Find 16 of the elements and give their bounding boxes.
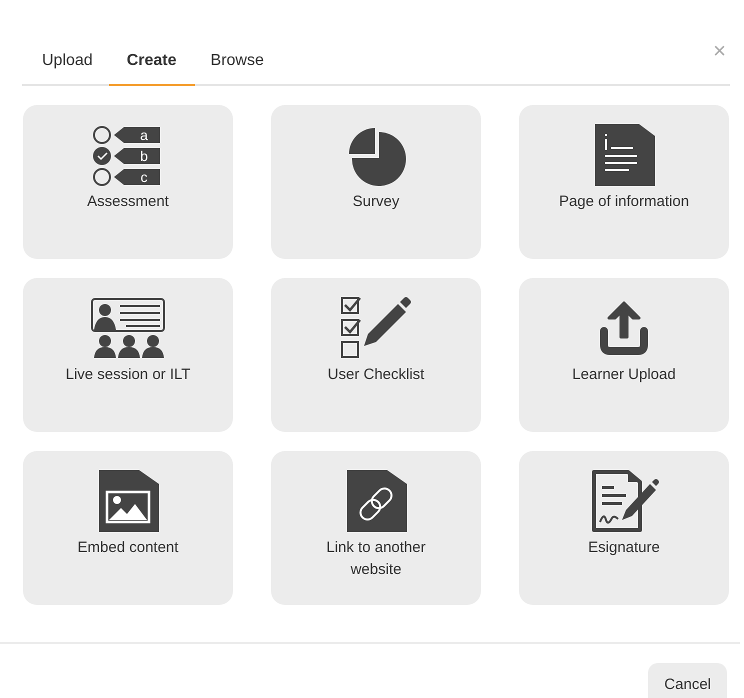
content-type-tile[interactable]: Page of information: [519, 105, 729, 259]
checklist-pencil-icon: [340, 296, 412, 360]
tab[interactable]: Create: [108, 40, 195, 86]
content-type-tile[interactable]: Survey: [271, 105, 481, 259]
cancel-button[interactable]: Cancel: [648, 663, 727, 698]
content-type-tile[interactable]: Learner Upload: [519, 278, 729, 432]
content-type-tile[interactable]: Esignature: [519, 451, 729, 605]
content-type-tile[interactable]: Live session or ILT: [23, 278, 233, 432]
presenter-audience-icon: [90, 297, 166, 359]
content-type-tile[interactable]: Embed content: [23, 451, 233, 605]
upload-icon: [599, 299, 649, 357]
tab[interactable]: Browse: [194, 40, 280, 86]
content-type-tile[interactable]: a b c Assessment: [23, 105, 233, 259]
tab[interactable]: Upload: [26, 40, 109, 86]
content-type-tile[interactable]: User Checklist: [271, 278, 481, 432]
content-type-tile[interactable]: Link to another website: [271, 451, 481, 605]
